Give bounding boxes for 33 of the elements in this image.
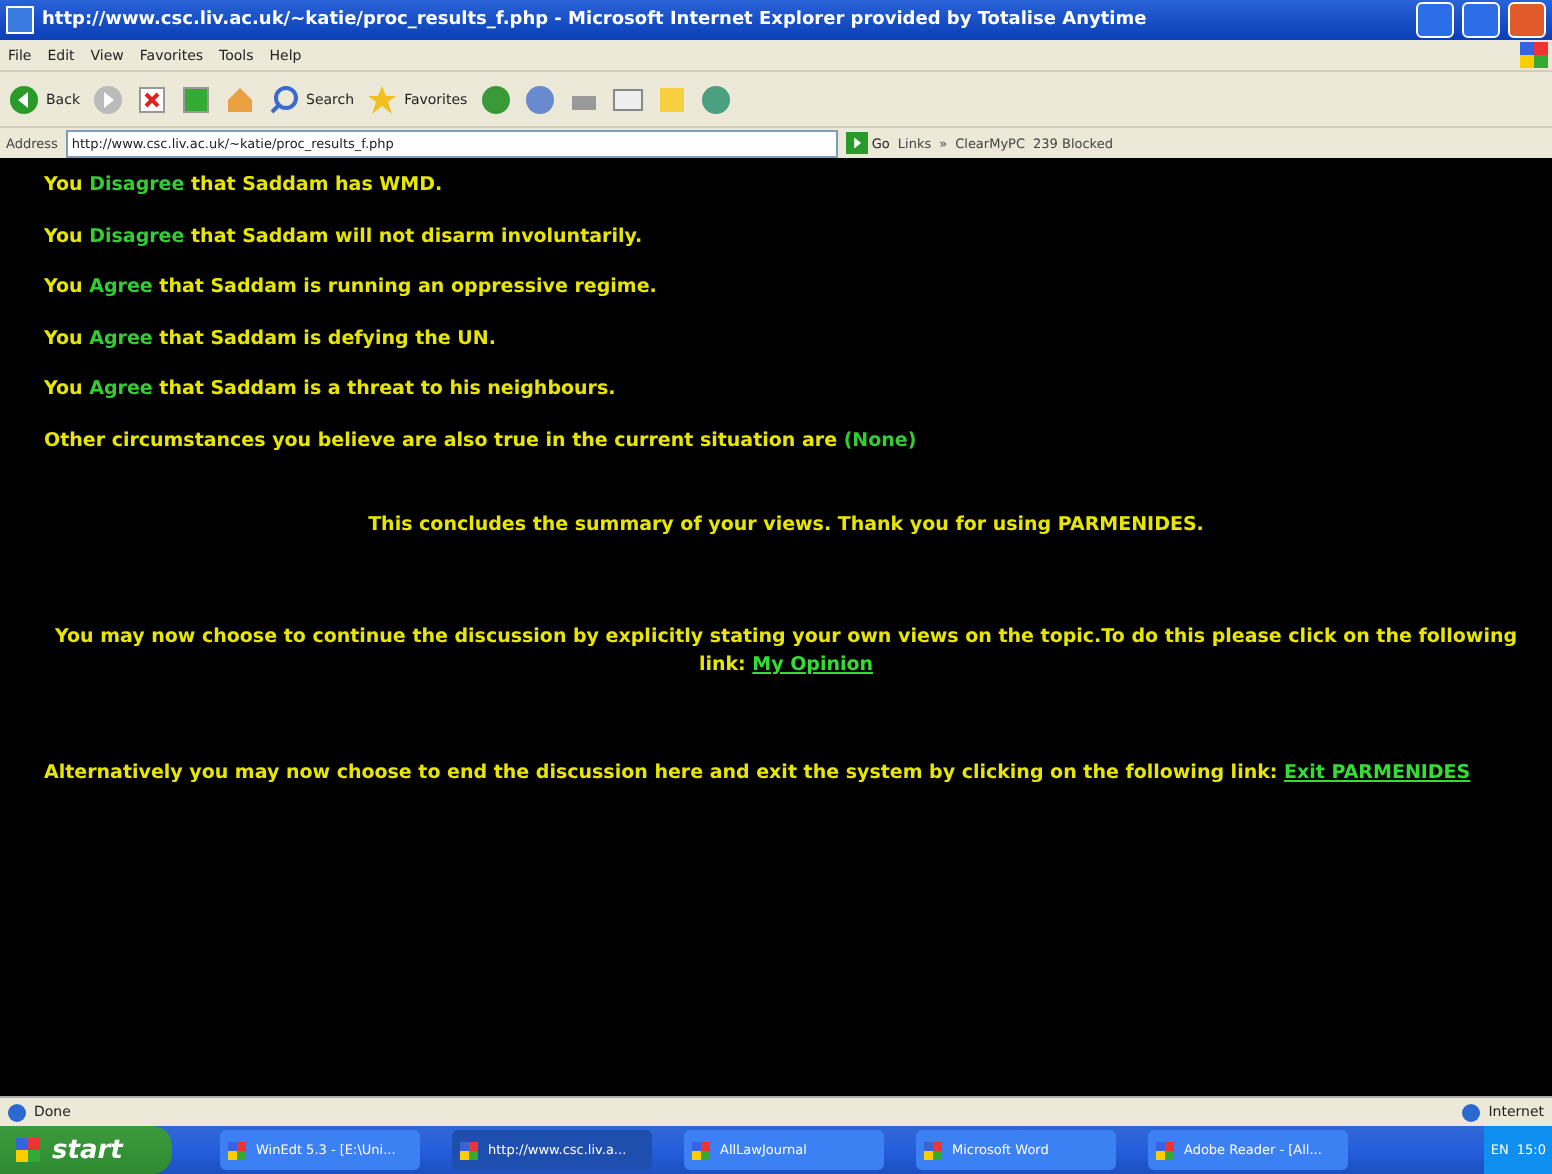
exit-link[interactable]: Exit PARMENIDES <box>1284 761 1471 783</box>
conclusion-text: This concludes the summary of your views. Thank you for using PARMENIDES. <box>366 511 1206 539</box>
maximize-button[interactable] <box>1462 2 1500 38</box>
app-icon <box>460 1141 478 1159</box>
windows-logo-icon <box>1520 42 1548 68</box>
go-icon <box>845 132 868 154</box>
browser-icon <box>6 6 34 34</box>
home-icon[interactable] <box>224 83 256 115</box>
close-button[interactable] <box>1508 2 1546 38</box>
back-icon <box>8 83 40 115</box>
statement: You Disagree that Saddam will not disarm involuntarily. <box>44 225 645 247</box>
minimize-button[interactable] <box>1416 2 1454 38</box>
app-icon <box>692 1141 710 1159</box>
continue-text: You may now choose to continue the discussion by explicitly stating your own views on the topic.To do this please click on the following link: My Opinion <box>52 623 1520 679</box>
stop-icon[interactable] <box>136 83 168 115</box>
statement: You Agree that Saddam is a threat to his neighbours. <box>44 378 618 400</box>
window-title: http://www.csc.liv.ac.uk/~katie/proc_results_f.php - Microsoft Internet Explorer provided by Totalise Anytime <box>42 10 1149 30</box>
statement: You Agree that Saddam is defying the UN. <box>44 327 498 349</box>
refresh-icon[interactable] <box>180 83 212 115</box>
my-opinion-link[interactable]: My Opinion <box>752 653 874 675</box>
forward-icon[interactable] <box>92 83 124 115</box>
star-icon <box>366 83 399 115</box>
app-icon <box>924 1141 942 1159</box>
statement: You Agree that Saddam is running an oppressive regime. <box>44 276 659 298</box>
app-icon <box>228 1141 246 1159</box>
statement: You Disagree that Saddam has WMD. <box>44 174 445 196</box>
windows-logo-icon <box>16 1138 40 1162</box>
search-icon <box>268 83 300 115</box>
start-button[interactable]: start <box>0 1126 172 1174</box>
statement: Other circumstances you believe are also true in the current situation are (None) <box>44 429 919 451</box>
app-icon <box>1156 1141 1174 1159</box>
exit-text: Alternatively you may now choose to end the discussion here and exit the system by clicking on the following link: Exit PARMENIDES <box>44 759 1473 787</box>
globe-icon <box>1462 1103 1481 1121</box>
